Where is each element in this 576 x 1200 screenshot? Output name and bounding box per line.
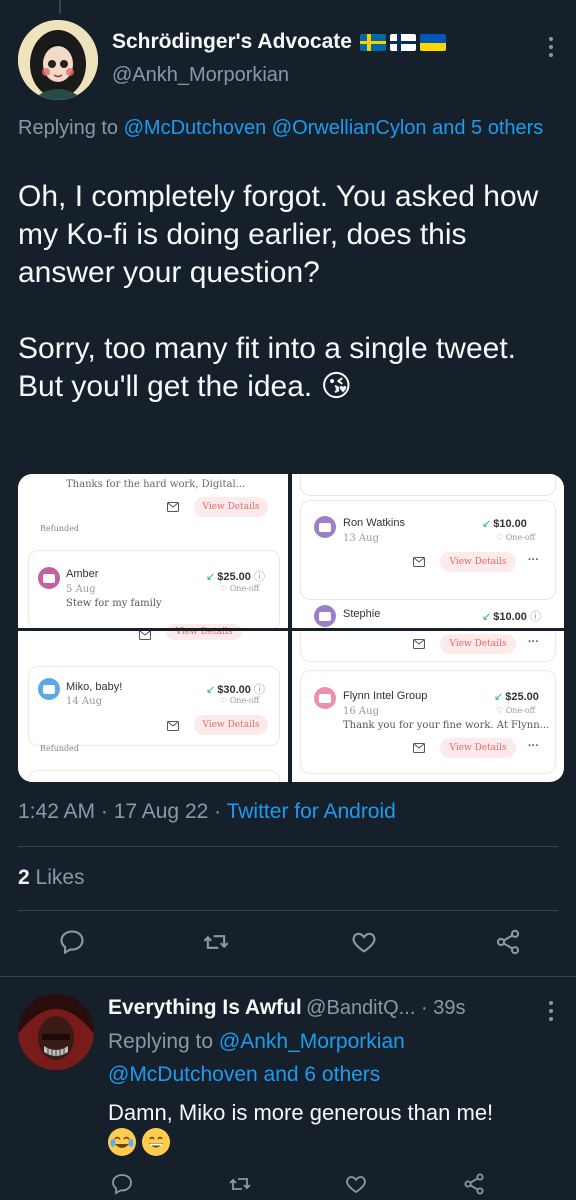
like-icon[interactable]	[344, 1172, 368, 1200]
view-details-button: View Details	[440, 552, 516, 572]
tweet-media-image[interactable]: Thanks for the hard work, Digital... Vie…	[18, 474, 564, 782]
kofi-cup-icon	[314, 687, 336, 709]
heart-icon: ♡	[496, 533, 504, 542]
mail-icon	[162, 497, 184, 517]
grinning-emoji-icon	[142, 1128, 171, 1156]
likes-label: Likes	[29, 866, 85, 889]
kofi-cup-icon	[314, 516, 336, 538]
donation-date: 14 Aug	[66, 696, 102, 707]
donation-message: Stew for my family	[66, 598, 162, 609]
reply-replying-to: Replying to @Ankh_Morporkian @McDutchove…	[108, 1025, 568, 1091]
reply-time: · 39s	[415, 997, 466, 1019]
more-horizontal-icon: ···	[254, 625, 265, 637]
mail-icon	[162, 716, 184, 736]
tweet-text: Oh, I completely forgot. You asked how m…	[18, 180, 539, 403]
replying-prefix: Replying to	[108, 1030, 219, 1053]
sweden-flag-icon	[359, 33, 386, 51]
view-details-button: View Details	[440, 738, 516, 758]
tweet-timestamp[interactable]: 1:42 AM · 17 Aug 22 · Twitter for Androi…	[18, 800, 396, 824]
timestamp-text: 1:42 AM · 17 Aug 22 ·	[18, 800, 227, 823]
likes-count[interactable]: 2 Likes	[18, 866, 85, 890]
one-off-label: ♡ One-off	[496, 706, 536, 715]
refunded-label: Refunded	[40, 524, 79, 533]
kofi-cup-icon	[314, 605, 336, 627]
one-off-label: ♡ One-off	[496, 533, 536, 542]
donor-name: Amber	[66, 568, 99, 580]
ukraine-flag-icon	[419, 33, 446, 51]
author-avatar[interactable]	[18, 20, 98, 100]
donation-date: 16 Aug	[343, 706, 379, 717]
mail-icon	[408, 552, 430, 572]
one-off-label: ♡ One-off	[220, 584, 260, 593]
view-details-button: View Details	[194, 497, 268, 517]
divider	[18, 846, 558, 847]
donor-name: Ron Watkins	[343, 517, 405, 529]
author-name-text: Schrödinger's Advocate	[112, 30, 352, 53]
reply-text: Damn, Miko is more generous than me!	[108, 1100, 494, 1125]
donation-date: 5 Aug	[66, 584, 96, 595]
heart-icon: ♡	[220, 696, 228, 705]
reply-icon[interactable]	[110, 1172, 134, 1200]
retweet-icon[interactable]	[202, 928, 230, 961]
kofi-cup-icon	[38, 678, 60, 700]
replying-mention-link[interactable]: @Ankh_Morporkian	[219, 1030, 405, 1053]
donation-message: Thank you for your fine work. At Flynn..…	[343, 720, 550, 731]
donor-name: Flynn Intel Group	[343, 690, 428, 702]
reply-emojis	[108, 1128, 171, 1156]
kofi-donation-card	[28, 770, 280, 782]
donation-amount: ↙ $10.00	[482, 518, 527, 530]
kofi-message: Thanks for the hard work, Digital...	[66, 479, 246, 490]
share-icon[interactable]	[494, 928, 522, 961]
one-off-label: ♡ One-off	[220, 696, 260, 705]
heart-icon: ♡	[496, 706, 504, 715]
kofi-donation-card	[300, 500, 556, 600]
retweet-icon[interactable]	[228, 1172, 252, 1200]
donation-amount: ↙ $25.00 ⓘ	[206, 571, 265, 583]
donation-amount: ↙ $30.00 ⓘ	[206, 684, 265, 696]
like-icon[interactable]	[350, 928, 378, 961]
donor-name: Stephie	[343, 608, 381, 620]
more-vertical-icon[interactable]	[548, 36, 554, 58]
more-vertical-icon[interactable]	[548, 1000, 554, 1022]
donation-amount: ↙ $25.00	[494, 691, 539, 703]
refunded-label: Refunded	[40, 744, 79, 753]
likes-number: 2	[18, 866, 30, 889]
author-display-name[interactable]: Schrödinger's Advocate	[112, 30, 446, 54]
more-horizontal-icon: ···	[528, 740, 539, 752]
replying-mentions-link[interactable]: @McDutchoven @OrwellianCylon and 5 other…	[124, 117, 544, 139]
share-icon[interactable]	[462, 1172, 486, 1200]
view-details-button: View Details	[194, 715, 268, 735]
mail-icon	[408, 738, 430, 758]
donor-name: Miko, baby!	[66, 681, 123, 693]
replying-others-link[interactable]: @McDutchoven and 6 others	[108, 1063, 380, 1086]
reply-icon[interactable]	[58, 928, 86, 961]
reply-header: Everything Is Awful @BanditQ... · 39s	[108, 996, 538, 1020]
thread-connector-line	[59, 0, 61, 14]
reply-author-name[interactable]: Everything Is Awful	[108, 996, 302, 1019]
finland-flag-icon	[389, 33, 416, 51]
tears-of-joy-emoji-icon	[108, 1128, 136, 1156]
replying-to: Replying to @McDutchoven @OrwellianCylon…	[18, 112, 568, 144]
view-details-button: View Details	[166, 624, 242, 640]
info-icon: ⓘ	[529, 611, 541, 623]
mail-icon	[408, 634, 430, 654]
kofi-donation-card	[300, 474, 556, 496]
reply-author-avatar[interactable]	[18, 994, 94, 1070]
info-icon: ⓘ	[253, 684, 265, 696]
donation-amount: ↙ $10.00 ⓘ	[482, 611, 541, 623]
collage-divider-horizontal	[18, 628, 564, 631]
more-horizontal-icon: ···	[528, 554, 539, 566]
tweet-source-link[interactable]: Twitter for Android	[227, 800, 396, 823]
replying-prefix: Replying to	[18, 117, 124, 139]
heart-icon: ♡	[220, 584, 228, 593]
divider	[0, 976, 576, 977]
kofi-cup-icon	[38, 567, 60, 589]
donation-date: 13 Aug	[343, 533, 379, 544]
info-icon: ⓘ	[253, 571, 265, 583]
divider	[18, 910, 558, 911]
more-horizontal-icon: ···	[528, 636, 539, 648]
author-handle[interactable]: @Ankh_Morporkian	[112, 64, 289, 87]
view-details-button: View Details	[440, 634, 516, 654]
reply-author-handle[interactable]: @BanditQ...	[306, 997, 415, 1019]
